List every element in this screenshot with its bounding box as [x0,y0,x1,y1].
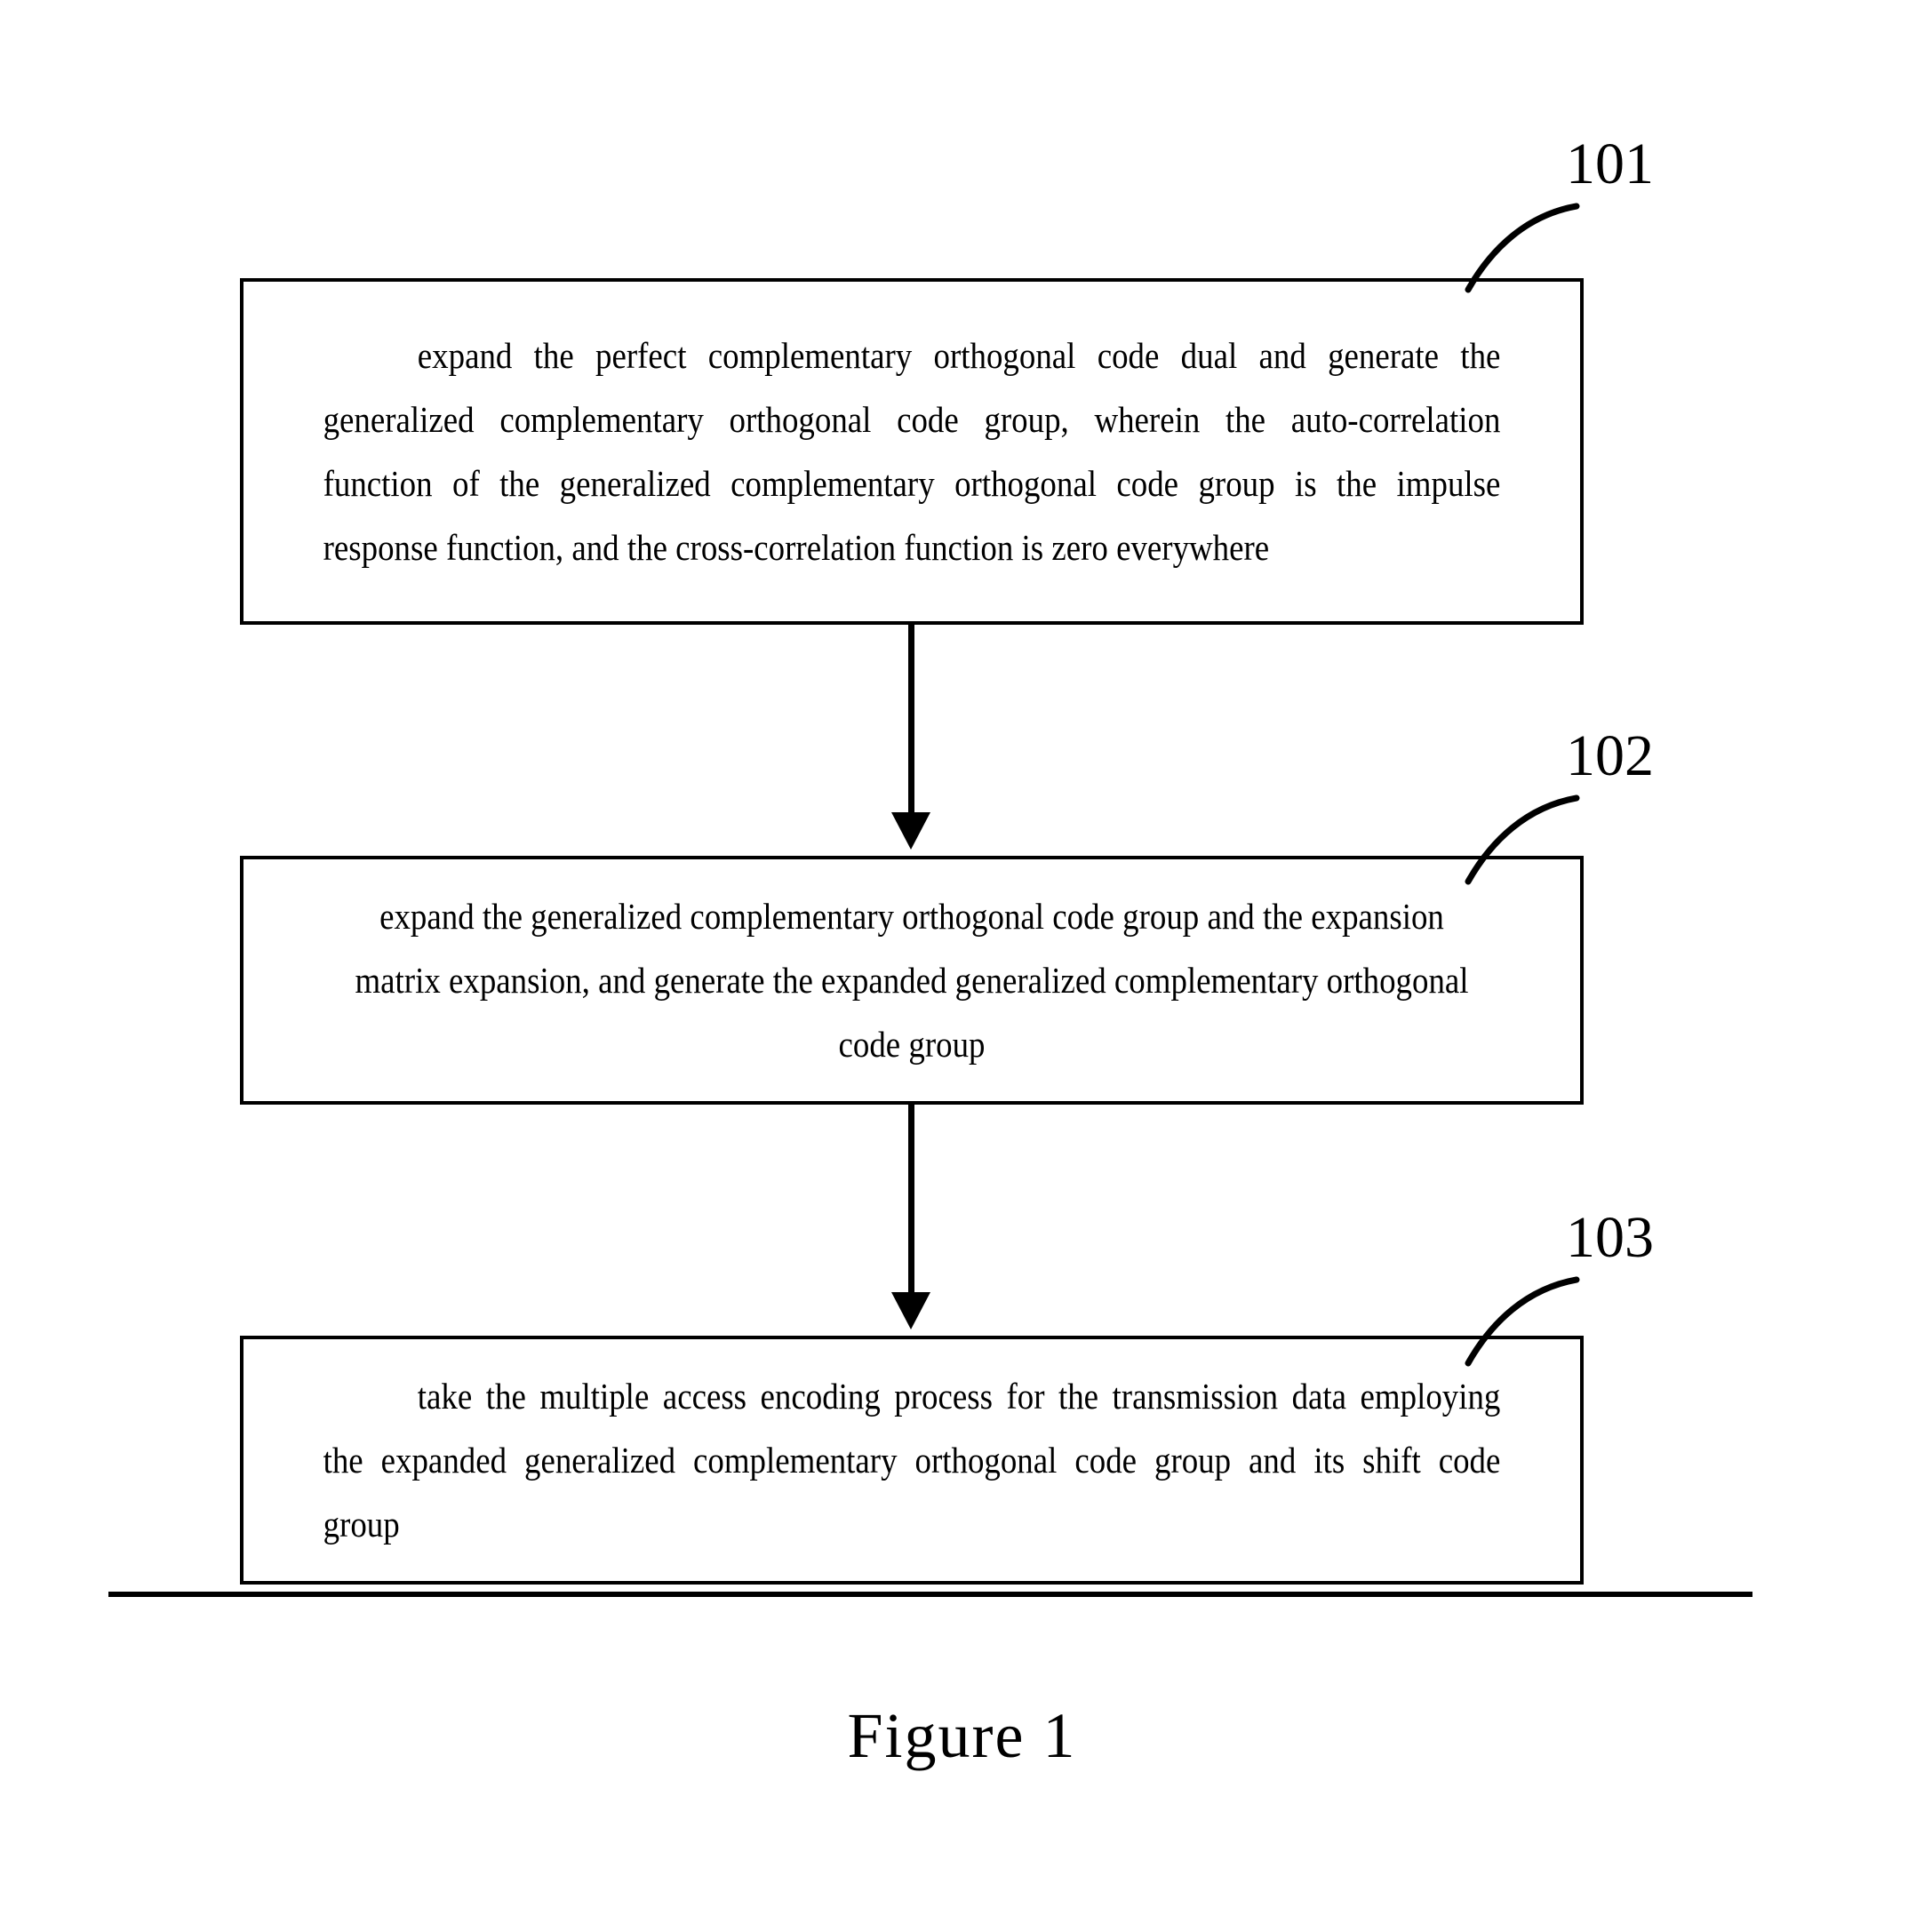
box-103-line-2: the expanded generalized complementary o… [323,1440,1501,1481]
arrow-shaft-102-to-103 [908,1105,914,1297]
callout-number-103: 103 [1566,1205,1654,1270]
process-box-101: expand the perfect complementary orthogo… [240,278,1584,625]
page-divider-rule [108,1592,1752,1597]
box-103-line-3: group [323,1504,400,1545]
callout-number-102: 102 [1566,723,1654,788]
callout-number-101: 101 [1566,132,1654,196]
leader-line-101-icon [1465,203,1580,293]
figure-caption: Figure 1 [847,1700,1077,1771]
box-101-line-2: generalized complementary orthogonal cod… [323,399,1501,440]
arrow-head-101-to-102-icon [891,812,930,850]
box-101-line-1: expand the perfect complementary orthogo… [417,335,1501,376]
leader-line-102-icon [1465,794,1580,885]
box-103-line-1: take the multiple access encoding proces… [417,1376,1501,1417]
box-101-line-4: response function, and the cross-correla… [323,527,1270,568]
process-box-102-text: expand the generalized complementary ort… [310,884,1513,1076]
process-box-102: expand the generalized complementary ort… [240,856,1584,1105]
figure-canvas: expand the perfect complementary orthogo… [0,0,1924,1932]
arrow-shaft-101-to-102 [908,625,914,817]
leader-line-103-icon [1465,1276,1580,1367]
box-101-line-3: function of the generalized complementar… [323,463,1501,504]
arrow-head-102-to-103-icon [891,1292,930,1329]
box-102-line-1: expand the generalized complementary ort… [379,896,1444,937]
process-box-103: take the multiple access encoding proces… [240,1336,1584,1585]
box-102-line-3: code group [838,1024,986,1065]
process-box-101-text: expand the perfect complementary orthogo… [310,323,1513,579]
process-box-103-text: take the multiple access encoding proces… [310,1364,1513,1556]
box-102-line-2: matrix expansion, and generate the expan… [355,960,1469,1001]
